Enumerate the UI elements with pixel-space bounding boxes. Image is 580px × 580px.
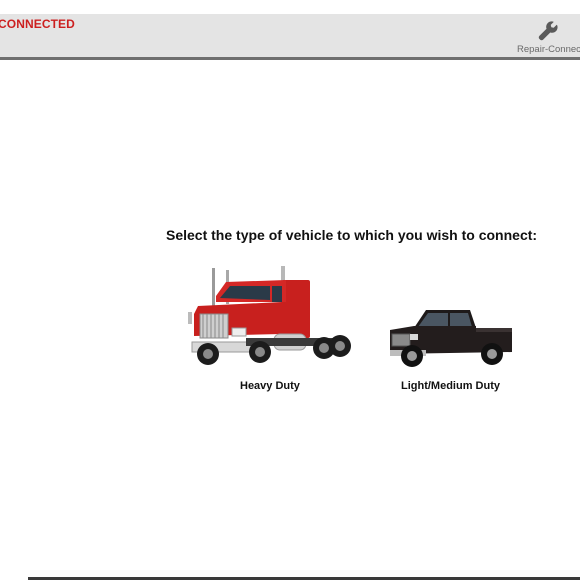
heavy-duty-label: Heavy Duty xyxy=(240,380,300,392)
app-window: CONNECTED Repair-Connect Select the type… xyxy=(0,0,580,580)
wrench-icon xyxy=(538,21,558,41)
semi-truck-icon xyxy=(188,266,351,365)
vehicle-type-prompt: Select the type of vehicle to which you … xyxy=(166,227,538,243)
connection-status: CONNECTED xyxy=(0,17,75,31)
repair-connect-label: Repair-Connect xyxy=(517,44,580,55)
light-medium-duty-label: Light/Medium Duty xyxy=(401,380,500,392)
top-strip xyxy=(0,0,580,14)
heavy-duty-option[interactable]: Heavy Duty xyxy=(186,262,354,398)
repair-connect-button[interactable]: Repair-Connect xyxy=(512,18,580,56)
header-bar: CONNECTED Repair-Connect xyxy=(0,14,580,60)
light-medium-duty-option[interactable]: Light/Medium Duty xyxy=(386,300,518,398)
pickup-truck-icon xyxy=(390,310,512,367)
